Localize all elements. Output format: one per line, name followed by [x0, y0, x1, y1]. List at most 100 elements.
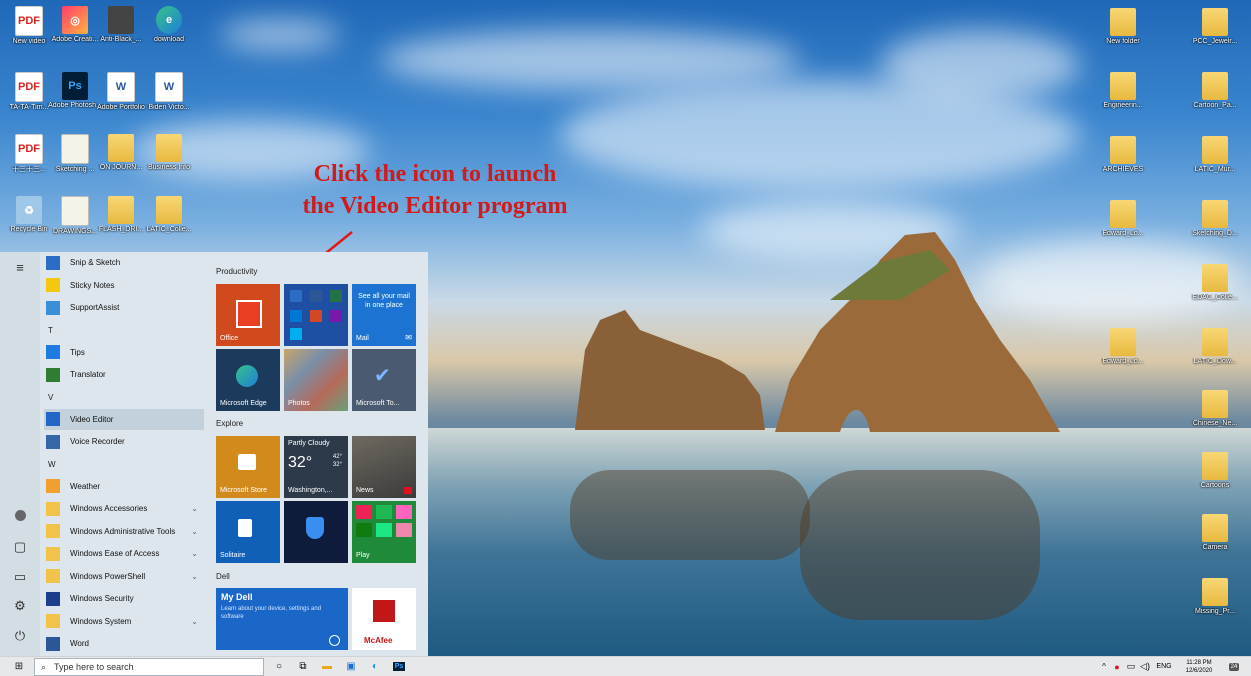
group-productivity: Productivity [216, 267, 258, 276]
app-list-item[interactable]: Weather [44, 476, 204, 497]
show-hidden-icons-icon[interactable]: ^ [1098, 657, 1110, 676]
app-list-item[interactable]: Video Editor [44, 408, 204, 430]
folder-icon [1202, 390, 1228, 418]
app-list-item[interactable]: Translator [44, 364, 204, 385]
desktop-icon[interactable]: Missing_Pr... [1186, 578, 1244, 616]
desktop-icon[interactable]: New folder [1094, 8, 1152, 46]
edge-taskbar-icon[interactable]: ◐ [364, 657, 386, 676]
clock-time: 11:28 PM [1186, 659, 1212, 666]
pictures-icon[interactable]: ▭ [8, 569, 32, 589]
desktop-icon[interactable]: Chinese_Ne... [1186, 390, 1244, 428]
tile-mcafee[interactable]: McAfee [352, 588, 416, 650]
hamburger-menu-icon[interactable]: ≡ [8, 260, 32, 280]
chevron-down-icon[interactable]: ⌄ [191, 572, 198, 581]
app-list-item[interactable]: Voice Recorder [44, 431, 204, 452]
app-icon [46, 501, 60, 516]
app-list-item[interactable]: Snip & Sketch [44, 252, 204, 273]
app-label: Windows PowerShell [70, 571, 146, 581]
app-list-item[interactable]: Tips [44, 342, 204, 363]
tile-photos[interactable]: Photos [284, 349, 348, 411]
photoshop-taskbar-icon[interactable]: Ps [388, 657, 410, 676]
cortana-icon[interactable]: ○ [268, 657, 290, 676]
desktop-icon[interactable]: Camera [1186, 514, 1244, 552]
desktop-icon[interactable]: Engineerin... [1094, 72, 1152, 110]
my-dell-text: Learn about your device, settings and so… [221, 606, 322, 620]
chevron-down-icon[interactable]: ⌄ [191, 549, 198, 558]
power-icon[interactable]: ⏻ [8, 628, 32, 648]
section-letter[interactable]: W [48, 460, 56, 469]
app-label: SupportAssist [70, 303, 120, 312]
tile-vpn-shield[interactable] [284, 501, 348, 563]
app-list-item[interactable]: Windows Administrative Tools ⌄ [44, 521, 204, 542]
desktop-icon[interactable]: Business Info [140, 134, 198, 172]
windows-start-icon[interactable]: ⊞ [8, 657, 30, 676]
tile-solitaire[interactable]: Solitaire [216, 501, 280, 563]
tile-office[interactable]: Office [216, 284, 280, 346]
desktop-icon[interactable]: LATIC_Dow... [1186, 328, 1244, 366]
action-center-icon[interactable]: 24 [1224, 657, 1244, 676]
app-list-item[interactable]: Windows PowerShell ⌄ [44, 566, 204, 587]
desktop-icon[interactable]: Cartoon_Pa... [1186, 72, 1244, 110]
settings-gear-icon[interactable]: ⚙ [8, 598, 32, 618]
section-letter[interactable]: T [48, 326, 53, 335]
app-label: Video Editor [70, 414, 114, 424]
desktop-icon[interactable]: LATIC_Colle... [140, 196, 198, 234]
tile-office-apps-folder[interactable] [284, 284, 348, 346]
tile-microsoft-todo[interactable]: ✔ Microsoft To... [352, 349, 416, 411]
section-letter[interactable]: V [48, 393, 53, 402]
app-list-item[interactable]: Windows Accessories ⌄ [44, 498, 204, 519]
tile-my-dell[interactable]: My Dell Learn about your device, setting… [216, 588, 348, 650]
desktop-icon[interactable]: ARCHIEVES [1094, 136, 1152, 174]
app-list-item[interactable]: Windows System ⌄ [44, 611, 204, 632]
app-label: Tips [70, 347, 85, 357]
desktop-icon-label: Chinese_Ne... [1192, 420, 1238, 427]
chevron-down-icon[interactable]: ⌄ [191, 504, 198, 513]
chevron-down-icon[interactable]: ⌄ [191, 617, 198, 626]
tile-play[interactable]: Play [352, 501, 416, 563]
desktop-icon[interactable]: Edward_Lo... [1094, 328, 1152, 366]
tile-microsoft-store[interactable]: Microsoft Store [216, 436, 280, 498]
file-explorer-icon[interactable]: ▬ [316, 657, 338, 676]
documents-icon[interactable]: ▢ [8, 539, 32, 559]
folder-file-icon [108, 196, 134, 224]
desktop-icon-label: PCC_Jewelr... [1192, 38, 1238, 45]
desktop-icon[interactable]: PCC_Jewelr... [1186, 8, 1244, 46]
app-list-item[interactable]: Word [44, 633, 204, 654]
desktop-icon[interactable]: Sketching_D... [1186, 200, 1244, 238]
desktop-icon[interactable]: EDAC_Colle... [1186, 264, 1244, 302]
language-indicator[interactable]: ENG [1153, 657, 1175, 676]
task-view-icon[interactable]: ⧉ [292, 657, 314, 676]
app-icon [46, 479, 60, 493]
app-list-item[interactable]: Windows Ease of Access ⌄ [44, 543, 204, 564]
app-label: Windows Ease of Access [70, 549, 160, 558]
network-icon[interactable]: ▭ [1124, 657, 1138, 676]
chevron-down-icon[interactable]: ⌄ [191, 527, 198, 536]
tile-microsoft-edge[interactable]: Microsoft Edge [216, 349, 280, 411]
desktop-icon[interactable]: W Biden Victo... [140, 72, 198, 112]
desktop-icon[interactable]: LATIC_Mur... [1186, 136, 1244, 174]
checkmark-icon: ✔ [374, 365, 391, 387]
app-label: Windows Accessories [70, 504, 148, 513]
desktop-icon[interactable]: e download [140, 6, 198, 44]
tile-mail[interactable]: See all your mail in one place Mail ✉ [352, 284, 416, 346]
store-icon[interactable]: ▣ [340, 657, 362, 676]
app-label: Word [70, 639, 89, 648]
clock[interactable]: 11:28 PM 12/6/2020 [1178, 657, 1220, 676]
tile-weather[interactable]: Partly Cloudy 32° 42° 32° Washington,... [284, 436, 348, 498]
weather-high: 42° [332, 454, 342, 460]
search-box[interactable]: ⌕ Type here to search [34, 658, 264, 676]
app-list-item[interactable]: Windows Security [44, 588, 204, 609]
desktop-icon[interactable]: Edward_Lo... [1094, 200, 1152, 238]
search-icon: ⌕ [41, 661, 47, 672]
app-list-item[interactable]: SupportAssist [44, 297, 204, 318]
taskbar: ⊞ ⌕ Type here to search ○ ⧉ ▬ ▣ ◐ Ps ^ ●… [0, 656, 1251, 676]
desktop-icon[interactable]: Cartoons [1186, 452, 1244, 490]
mcafee-tray-icon[interactable]: ● [1110, 657, 1124, 676]
volume-icon[interactable]: ◁) [1138, 657, 1152, 676]
ps-file-icon: Ps [62, 72, 88, 100]
app-list-item[interactable]: Sticky Notes [44, 275, 204, 296]
folder-icon [1110, 72, 1136, 100]
desktop-icon-label: New folder [1106, 38, 1140, 45]
user-avatar-icon[interactable] [8, 507, 32, 527]
tile-news[interactable]: News [352, 436, 416, 498]
